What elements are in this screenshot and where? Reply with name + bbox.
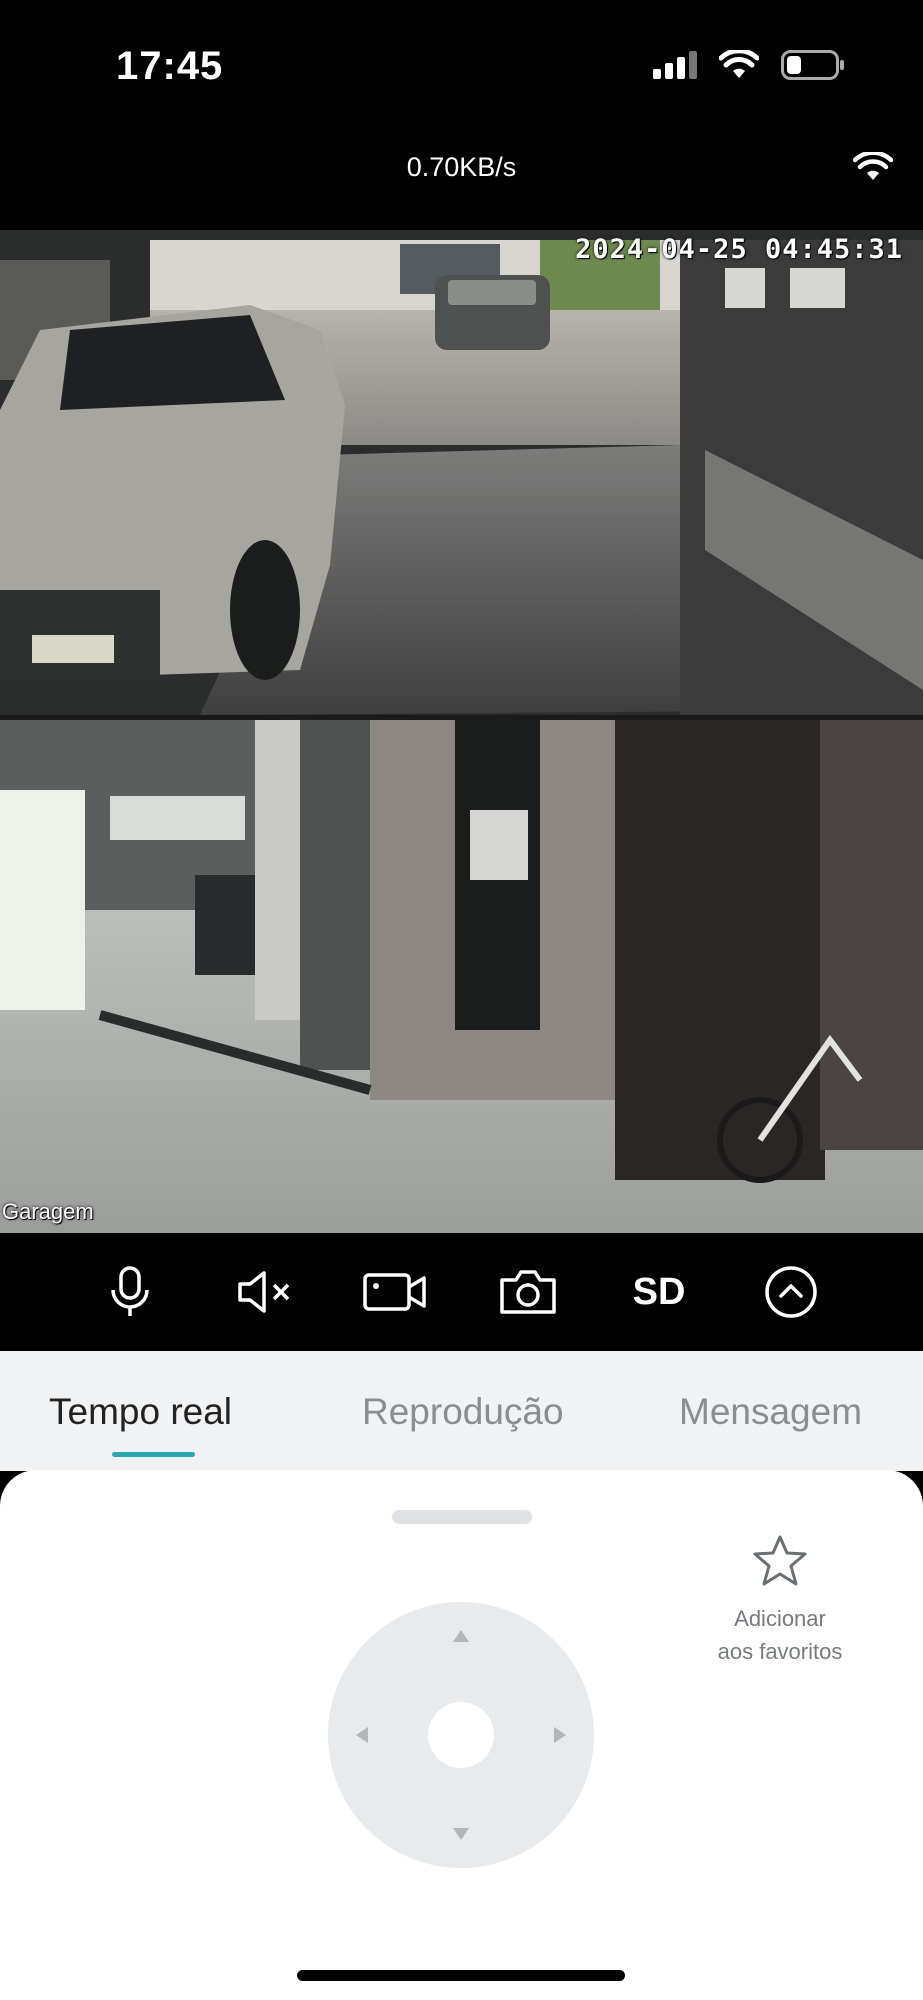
camera-icon xyxy=(500,1270,556,1314)
wifi-icon xyxy=(853,152,893,180)
status-icons xyxy=(653,50,845,80)
control-panel-sheet: Adicionar aos favoritos xyxy=(0,1470,923,2000)
speaker-mute-icon xyxy=(238,1271,290,1313)
stream-info-bar: 0.70KB/s xyxy=(0,130,923,230)
video-timestamp: 2024-04-25 04:45:31 xyxy=(575,234,903,265)
live-video-feed[interactable]: 2024-04-25 04:45:31 Garagem xyxy=(0,230,923,1233)
favorites-label-line1: Adicionar xyxy=(734,1606,826,1631)
battery-icon xyxy=(781,50,844,80)
arrow-down-icon[interactable] xyxy=(453,1828,469,1840)
camera-label: Garagem xyxy=(2,1199,94,1224)
microphone-icon xyxy=(111,1266,149,1316)
sheet-drag-handle[interactable] xyxy=(392,1510,532,1524)
microphone-button[interactable] xyxy=(95,1259,165,1325)
home-indicator xyxy=(297,1970,625,1981)
star-icon xyxy=(753,1535,807,1586)
arrow-left-icon[interactable] xyxy=(356,1727,368,1743)
joystick-center[interactable] xyxy=(428,1702,494,1768)
quality-sd-button[interactable]: SD xyxy=(624,1259,694,1325)
tab-mensagem[interactable]: Mensagem xyxy=(679,1391,862,1433)
tab-tempo-real[interactable]: Tempo real xyxy=(49,1391,232,1433)
mute-button[interactable] xyxy=(230,1259,300,1325)
ptz-joystick[interactable] xyxy=(328,1602,594,1868)
wifi-icon xyxy=(719,50,759,78)
tab-reproducao[interactable]: Reprodução xyxy=(362,1391,564,1433)
status-time: 17:45 xyxy=(116,44,224,88)
video-frame xyxy=(0,230,923,1233)
add-to-favorites-button[interactable]: Adicionar aos favoritos xyxy=(690,1534,870,1668)
snapshot-button[interactable] xyxy=(493,1259,563,1325)
view-tabs: Tempo real Reprodução Mensagem xyxy=(0,1351,923,1471)
record-button[interactable] xyxy=(360,1259,430,1325)
chevron-up-icon xyxy=(765,1266,817,1318)
cellular-signal-icon xyxy=(653,51,697,79)
stream-speed: 0.70KB/s xyxy=(406,152,517,182)
arrow-up-icon[interactable] xyxy=(453,1630,469,1642)
status-bar: 17:45 xyxy=(0,0,923,130)
arrow-right-icon[interactable] xyxy=(554,1727,566,1743)
video-record-icon xyxy=(363,1273,426,1311)
active-tab-indicator xyxy=(112,1452,195,1457)
favorites-label-line2: aos favoritos xyxy=(717,1639,843,1664)
expand-controls-button[interactable] xyxy=(756,1259,826,1325)
video-control-bar: SD xyxy=(0,1233,923,1351)
